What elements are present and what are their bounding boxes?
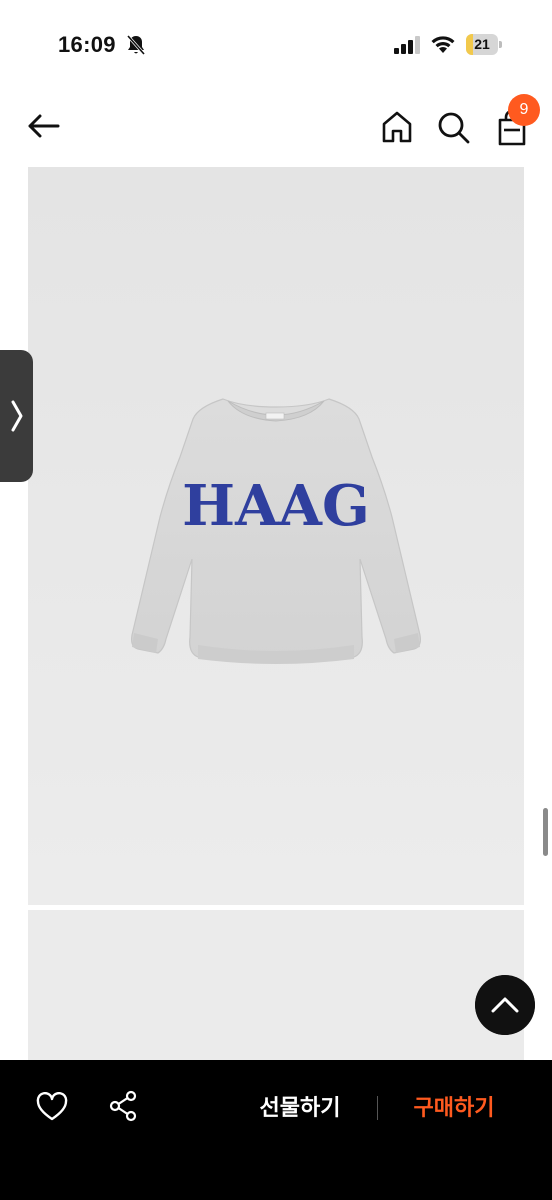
product-image: HAAG: [28, 167, 524, 905]
home-icon[interactable]: [378, 108, 416, 146]
scroll-top-button[interactable]: [475, 975, 535, 1035]
gift-button[interactable]: 선물하기: [240, 1088, 360, 1128]
battery-icon: 21: [466, 34, 502, 55]
app-header: [0, 90, 552, 166]
status-bar: 16:09 21: [0, 0, 552, 90]
battery-level: 21: [474, 36, 490, 52]
product-image-secondary[interactable]: [28, 910, 524, 1060]
buy-button[interactable]: 구매하기: [394, 1088, 514, 1128]
search-icon[interactable]: [434, 108, 474, 148]
status-time: 16:09: [58, 32, 116, 57]
product-image-viewer[interactable]: HAAG: [28, 167, 524, 905]
heart-icon[interactable]: [36, 1092, 68, 1122]
wifi-icon: [431, 36, 455, 53]
side-panel-handle[interactable]: [0, 350, 33, 482]
share-icon[interactable]: [108, 1090, 138, 1122]
chevron-right-icon: [11, 400, 23, 432]
scrollbar[interactable]: [543, 808, 548, 856]
back-arrow-icon[interactable]: [24, 108, 64, 144]
product-print-text: HAAG: [182, 473, 370, 539]
bottom-action-bar: 선물하기 구매하기: [0, 1060, 552, 1200]
bell-slash-icon: [126, 35, 146, 55]
cart-count-badge: 9: [508, 94, 540, 126]
signal-icon: [394, 36, 420, 54]
divider: [377, 1096, 378, 1120]
